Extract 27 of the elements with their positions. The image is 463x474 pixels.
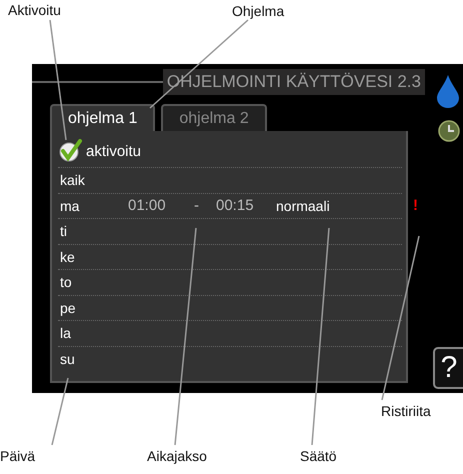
day-label[interactable]: to (58, 274, 128, 290)
day-label[interactable]: su (58, 350, 128, 367)
day-label[interactable]: ti (58, 223, 128, 240)
time-separator: - (194, 197, 200, 214)
day-label[interactable]: ke (58, 248, 128, 265)
annotation-label: Päivä (0, 448, 36, 464)
day-label[interactable]: ma (58, 198, 128, 214)
day-label[interactable]: kaik (58, 172, 128, 188)
start-time: 01:00 (128, 197, 167, 214)
end-time: 00:15 (216, 197, 255, 214)
help-button[interactable]: ? (433, 347, 463, 389)
clock-icon (438, 120, 460, 142)
annotation-label: Aktivoitu (8, 2, 61, 18)
day-label[interactable]: pe (58, 300, 128, 316)
annotation-label: Ohjelma (232, 3, 284, 19)
checkbox[interactable] (58, 139, 82, 163)
day-label[interactable]: la (58, 325, 128, 342)
water-drop-icon (435, 74, 461, 108)
program-tab[interactable]: ohjelma 2 (161, 104, 267, 131)
annotation-label: Aikajakso (147, 448, 207, 464)
conflict-marker: ! (413, 196, 418, 214)
program-tab[interactable]: ohjelma 1 (50, 104, 156, 131)
annotation-label: Ristiriita (381, 403, 431, 419)
annotation-label: Säätö (300, 448, 337, 464)
checkbox-label: aktivoitu (86, 142, 142, 160)
setting-value: normaali (276, 198, 330, 214)
leader-line (51, 378, 69, 446)
